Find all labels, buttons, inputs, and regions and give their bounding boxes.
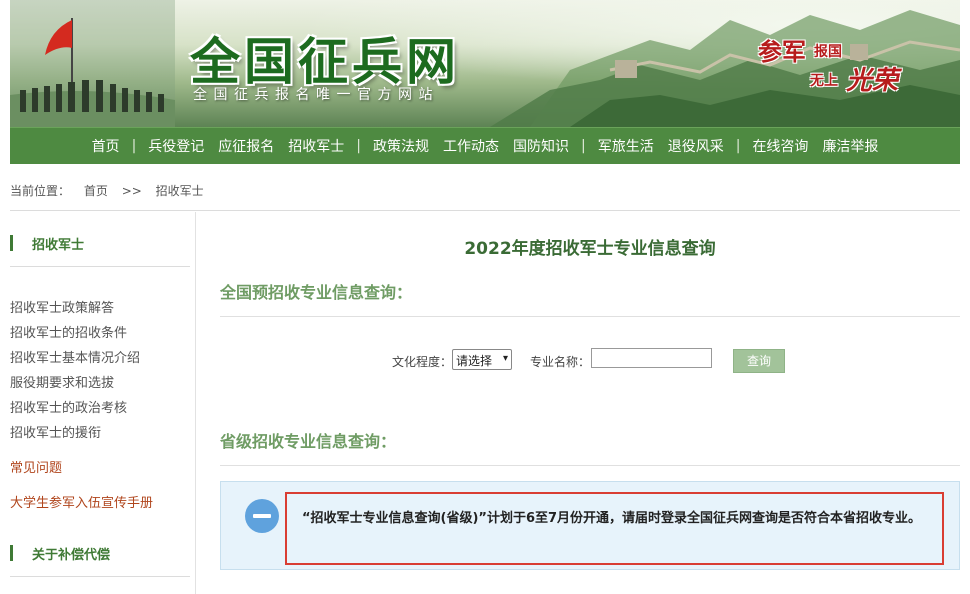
sidebar-link-political-review[interactable]: 招收军士的政治考核 xyxy=(10,397,127,416)
nav-item-military-life[interactable]: 军旅生活 xyxy=(591,136,661,156)
sidebar-link-conditions[interactable]: 招收军士的招收条件 xyxy=(10,322,127,341)
sidebar-link-faq[interactable]: 常见问题 xyxy=(10,457,62,476)
site-subtitle: 全国征兵报名唯一官方网站 xyxy=(193,87,439,103)
sidebar-link-policy-faq[interactable]: 招收军士政策解答 xyxy=(10,297,114,316)
slogan-part2: 报国 xyxy=(814,44,842,60)
education-label: 文化程度： xyxy=(392,355,453,369)
divider xyxy=(220,316,960,317)
nav-separator: | xyxy=(131,138,137,154)
divider xyxy=(220,465,960,466)
slogan-part4: 光荣 xyxy=(846,66,899,96)
sidebar-section-compensation[interactable]: 关于补偿代偿 xyxy=(10,542,190,564)
nav-separator: | xyxy=(581,138,586,154)
sidebar-link-service-period[interactable]: 服役期要求和选拔 xyxy=(10,372,114,391)
notice-box: “招收军士专业信息查询(省级)”计划于6至7月份开通，请届时登录全国征兵网查询是… xyxy=(220,481,960,570)
sidebar-section-title: 关于补偿代偿 xyxy=(32,548,111,563)
divider xyxy=(10,266,190,267)
breadcrumb-arrow: >> xyxy=(121,184,142,198)
divider xyxy=(10,210,960,211)
nav-item-defense-knowledge[interactable]: 国防知识 xyxy=(506,136,576,156)
nav-item-consult[interactable]: 在线咨询 xyxy=(745,136,815,156)
nav-item-registration[interactable]: 兵役登记 xyxy=(141,136,211,156)
breadcrumb-current[interactable]: 招收军士 xyxy=(156,184,204,198)
nav-separator: | xyxy=(356,138,361,154)
site-banner: 全国征兵网 全国征兵报名唯一官方网站 参军 报国 无上 光荣 xyxy=(10,0,960,127)
breadcrumb-home[interactable]: 首页 xyxy=(84,184,108,198)
sidebar-link-rank[interactable]: 招收军士的援衔 xyxy=(10,422,101,441)
nav-item-policy[interactable]: 政策法规 xyxy=(366,136,436,156)
page-title: 2022年度招收军士专业信息查询 xyxy=(464,239,716,259)
major-input[interactable] xyxy=(591,348,712,368)
sidebar-link-handbook[interactable]: 大学生参军入伍宣传手册 xyxy=(10,492,153,511)
slogan-part3: 无上 xyxy=(810,73,838,89)
major-label: 专业名称： xyxy=(530,355,591,369)
sidebar-link-basics[interactable]: 招收军士基本情况介绍 xyxy=(10,347,140,366)
chevron-down-icon: ▾ xyxy=(502,353,508,364)
education-select-value: 请选择 xyxy=(456,354,493,368)
education-select[interactable]: 请选择 ▾ xyxy=(452,349,512,370)
query-button[interactable]: 查询 xyxy=(733,349,785,373)
nav-item-report[interactable]: 廉洁举报 xyxy=(815,136,885,156)
breadcrumb-label: 当前位置： xyxy=(10,184,71,198)
slogan-part1: 参军 xyxy=(758,37,806,66)
divider xyxy=(10,576,190,577)
notice-text: “招收军士专业信息查询(省级)”计划于6至7月份开通，请届时登录全国征兵网查询是… xyxy=(302,511,922,526)
highlight-box: “招收军士专业信息查询(省级)”计划于6至7月份开通，请届时登录全国征兵网查询是… xyxy=(285,492,944,565)
nav-item-apply[interactable]: 应征报名 xyxy=(211,136,281,156)
nav-separator: | xyxy=(735,138,741,154)
banner-slogan: 参军 报国 无上 光荣 xyxy=(748,32,898,96)
national-query-title: 全国预招收专业信息查询： xyxy=(220,283,413,302)
main-nav: 首页 | 兵役登记 应征报名 招收军士 | 政策法规 工作动态 国防知识 | 军… xyxy=(10,127,960,164)
nav-item-veterans[interactable]: 退役风采 xyxy=(661,136,731,156)
sidebar-section-title: 招收军士 xyxy=(32,238,85,253)
nav-item-news[interactable]: 工作动态 xyxy=(436,136,506,156)
section-marker xyxy=(10,235,13,251)
sidebar-section-nco[interactable]: 招收军士 xyxy=(10,232,190,254)
breadcrumb: 当前位置： 首页 >> 招收军士 xyxy=(10,182,214,199)
provincial-query-title: 省级招收专业信息查询： xyxy=(220,432,397,451)
sidebar: 招收军士 招收军士政策解答 招收军士的招收条件 招收军士基本情况介绍 服役期要求… xyxy=(10,212,196,594)
minus-circle-icon xyxy=(245,499,279,533)
nav-item-nco-recruit[interactable]: 招收军士 xyxy=(281,136,351,156)
section-marker xyxy=(10,545,13,561)
nav-item-home[interactable]: 首页 xyxy=(85,136,127,156)
